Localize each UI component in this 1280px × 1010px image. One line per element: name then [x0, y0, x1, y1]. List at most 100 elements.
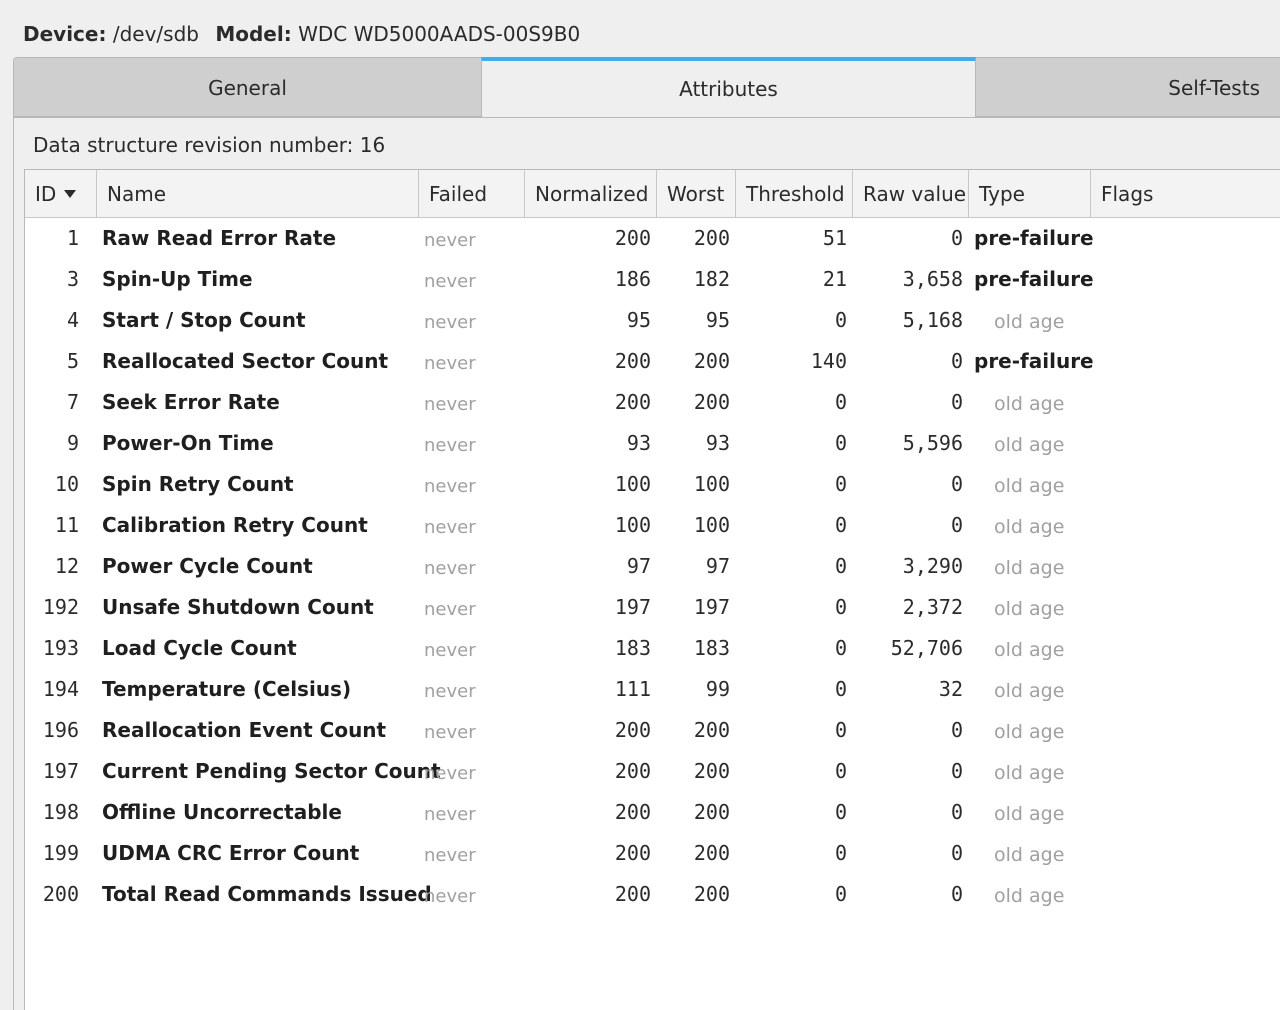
cell-type: old age [994, 475, 1065, 497]
cell-name: Start / Stop Count [102, 308, 306, 332]
cell-type: old age [994, 434, 1065, 456]
cell-type: old age [994, 639, 1065, 661]
cell-raw-value: 5,168 [902, 308, 963, 332]
cell-normalized: 183 [614, 636, 651, 660]
cell-type: pre-failure [974, 226, 1094, 250]
table-row[interactable]: 198 Offline Uncorrectable never 200 200 0 0 old… [25, 792, 1280, 833]
cell-type: pre-failure [974, 267, 1094, 291]
table-row[interactable]: 10 Spin Retry Count never 100 100 0 0 old age [25, 464, 1280, 505]
cell-normalized: 200 [614, 226, 651, 250]
table-row[interactable]: 193 Load Cycle Count never 183 183 0 52,706 old… [25, 628, 1280, 669]
cell-worst: 200 [693, 841, 730, 865]
table-row[interactable]: 196 Reallocation Event Count never 200 200 0 0… [25, 710, 1280, 751]
table-header: ID Name Failed Normalized Worst Threshol… [25, 170, 1280, 218]
cell-name: UDMA CRC Error Count [102, 841, 360, 865]
cell-name: Reallocated Sector Count [102, 349, 389, 373]
table-row[interactable]: 4 Start / Stop Count never 95 95 0 5,168 old ag… [25, 300, 1280, 341]
cell-threshold: 140 [810, 349, 847, 373]
attributes-table[interactable]: ID Name Failed Normalized Worst Threshol… [24, 169, 1280, 1010]
tab-self-tests[interactable]: Self-Tests [975, 57, 1280, 117]
cell-type: old age [994, 762, 1065, 784]
cell-raw-value: 3,658 [902, 267, 963, 291]
cell-failed: never [424, 599, 476, 620]
cell-type: old age [994, 557, 1065, 579]
cell-failed: never [424, 886, 476, 907]
cell-type: old age [994, 803, 1065, 825]
column-header-id-label: ID [35, 182, 57, 206]
cell-name: Raw Read Error Rate [102, 226, 337, 250]
cell-failed: never [424, 558, 476, 579]
column-header-flags[interactable]: Flags [1091, 170, 1280, 217]
cell-raw-value: 5,596 [902, 431, 963, 455]
cell-failed: never [424, 394, 476, 415]
device-info-line: Device: /dev/sdb Model: WDC WD5000AADS-0… [23, 18, 590, 50]
cell-type: old age [994, 721, 1065, 743]
cell-normalized: 93 [626, 431, 651, 455]
cell-raw-value: 0 [950, 513, 963, 537]
table-row[interactable]: 1 Raw Read Error Rate never 200 200 51 0 pre-fa… [25, 218, 1280, 259]
table-row[interactable]: 9 Power-On Time never 93 93 0 5,596 old age [25, 423, 1280, 464]
table-row[interactable]: 197 Current Pending Sector Count never 200 2… [25, 751, 1280, 792]
column-header-worst[interactable]: Worst [657, 170, 736, 217]
cell-id: 197 [42, 759, 79, 783]
column-header-raw-value[interactable]: Raw value [853, 170, 969, 217]
cell-threshold: 51 [822, 226, 847, 250]
cell-id: 200 [42, 882, 79, 906]
cell-worst: 200 [693, 882, 730, 906]
cell-failed: never [424, 476, 476, 497]
tab-attributes[interactable]: Attributes [481, 57, 976, 119]
cell-id: 12 [54, 554, 79, 578]
revision-number-text: Data structure revision number: 16 [33, 133, 386, 157]
cell-normalized: 97 [626, 554, 651, 578]
cell-failed: never [424, 722, 476, 743]
cell-raw-value: 3,290 [902, 554, 963, 578]
cell-worst: 97 [705, 554, 730, 578]
cell-id: 4 [66, 308, 79, 332]
cell-name: Seek Error Rate [102, 390, 280, 414]
column-header-threshold[interactable]: Threshold [736, 170, 853, 217]
device-label: Device: [23, 22, 107, 46]
cell-raw-value: 0 [950, 226, 963, 250]
table-row[interactable]: 192 Unsafe Shutdown Count never 197 197 0 2,37… [25, 587, 1280, 628]
cell-threshold: 0 [834, 800, 847, 824]
cell-threshold: 0 [834, 718, 847, 742]
column-header-name[interactable]: Name [97, 170, 419, 217]
table-row[interactable]: 7 Seek Error Rate never 200 200 0 0 old age [25, 382, 1280, 423]
column-header-failed[interactable]: Failed [419, 170, 525, 217]
cell-id: 11 [54, 513, 79, 537]
cell-normalized: 200 [614, 800, 651, 824]
column-header-type[interactable]: Type [969, 170, 1091, 217]
cell-threshold: 0 [834, 882, 847, 906]
cell-raw-value: 0 [950, 759, 963, 783]
table-row[interactable]: 12 Power Cycle Count never 97 97 0 3,290 old ag… [25, 546, 1280, 587]
column-header-normalized[interactable]: Normalized [525, 170, 657, 217]
cell-type: old age [994, 844, 1065, 866]
cell-normalized: 197 [614, 595, 651, 619]
table-row[interactable]: 200 Total Read Commands Issued never 200 200… [25, 874, 1280, 915]
cell-id: 192 [42, 595, 79, 619]
column-header-id[interactable]: ID [25, 170, 97, 217]
cell-normalized: 186 [614, 267, 651, 291]
cell-normalized: 111 [614, 677, 651, 701]
cell-worst: 93 [705, 431, 730, 455]
tab-general[interactable]: General [13, 57, 482, 117]
cell-failed: never [424, 517, 476, 538]
cell-name: Spin-Up Time [102, 267, 253, 291]
table-row[interactable]: 11 Calibration Retry Count never 100 100 0 0 ol… [25, 505, 1280, 546]
table-row[interactable]: 5 Reallocated Sector Count never 200 200 140 0… [25, 341, 1280, 382]
cell-worst: 100 [693, 472, 730, 496]
cell-threshold: 0 [834, 677, 847, 701]
cell-threshold: 0 [834, 513, 847, 537]
cell-worst: 200 [693, 718, 730, 742]
cell-worst: 200 [693, 390, 730, 414]
table-row[interactable]: 194 Temperature (Celsius) never 111 99 0 32 old… [25, 669, 1280, 710]
cell-name: Offline Uncorrectable [102, 800, 342, 824]
cell-name: Reallocation Event Count [102, 718, 387, 742]
table-row[interactable]: 3 Spin-Up Time never 186 182 21 3,658 pre-failu… [25, 259, 1280, 300]
smart-attributes-window: Device: /dev/sdb Model: WDC WD5000AADS-0… [0, 0, 1280, 1010]
cell-threshold: 0 [834, 554, 847, 578]
cell-failed: never [424, 804, 476, 825]
table-row[interactable]: 199 UDMA CRC Error Count never 200 200 0 0 old … [25, 833, 1280, 874]
device-value: /dev/sdb [112, 22, 199, 46]
cell-failed: never [424, 230, 476, 251]
